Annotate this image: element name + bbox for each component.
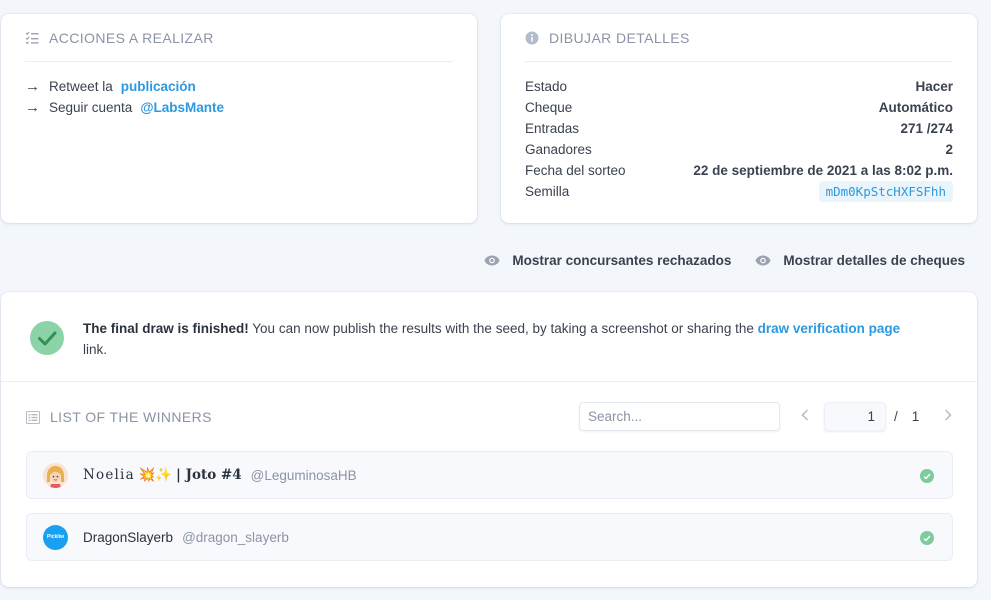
pagination: 1 / 1 — [798, 402, 955, 431]
view-toggles: Mostrar concursantes rechazados Mostrar … — [484, 253, 965, 268]
account-link[interactable]: @LabsMante — [140, 100, 224, 115]
next-page-button[interactable] — [941, 408, 955, 426]
winner-handle: @dragon_slayerb — [182, 529, 289, 545]
notice-body: You can now publish the results with the… — [248, 321, 758, 336]
actions-card: ACCIONES A REALIZAR → Retweet la publica… — [1, 14, 477, 223]
details-list: Estado Hacer Cheque Automático Entradas … — [525, 76, 953, 202]
chevron-left-icon — [801, 408, 809, 421]
info-icon — [525, 31, 539, 44]
detail-value: 2 — [945, 142, 953, 157]
winners-search-input[interactable] — [579, 402, 780, 431]
detail-row-check: Cheque Automático — [525, 97, 953, 118]
show-rejected-toggle[interactable]: Mostrar concursantes rechazados — [484, 253, 731, 268]
action-item-retweet: → Retweet la publicación — [25, 76, 453, 97]
eye-icon — [484, 255, 500, 266]
detail-label: Entradas — [525, 121, 580, 136]
detail-value: Hacer — [915, 79, 953, 94]
actions-list: → Retweet la publicación → Seguir cuenta… — [25, 76, 453, 118]
draw-verification-link[interactable]: draw verification page — [758, 321, 901, 336]
show-rejected-label: Mostrar concursantes rechazados — [512, 253, 732, 268]
winner-extra: | Joto #4 — [175, 467, 242, 483]
avatar — [43, 462, 68, 488]
notice-bold: The final draw is finished! — [83, 321, 249, 336]
detail-row-seed: Semilla mDm0KpStcHXFSFhh — [525, 181, 953, 202]
show-checks-label: Mostrar detalles de cheques — [783, 253, 965, 268]
detail-value: 22 de septiembre de 2021 a las 8:02 p.m. — [693, 163, 953, 178]
details-header: DIBUJAR DETALLES — [525, 14, 953, 62]
prev-page-button[interactable] — [798, 408, 812, 426]
draw-details-card: DIBUJAR DETALLES Estado Hacer Cheque Aut… — [501, 14, 977, 223]
avatar-text: Pickliw — [47, 534, 64, 540]
verified-check-icon — [920, 531, 934, 545]
page-separator: / — [894, 409, 898, 424]
detail-row-status: Estado Hacer — [525, 76, 953, 97]
winner-emoji: 💥✨ — [138, 467, 173, 482]
results-card: The final draw is finished! You can now … — [1, 292, 977, 587]
avatar-girl-icon — [43, 462, 68, 488]
detail-label: Fecha del sorteo — [525, 163, 626, 178]
details-title: DIBUJAR DETALLES — [549, 29, 690, 46]
winner-name: DragonSlayerb — [83, 529, 174, 545]
detail-label: Estado — [525, 79, 568, 94]
winners-header: LIST OF THE WINNERS 1 / 1 — [26, 402, 952, 432]
success-check-icon — [30, 321, 64, 355]
page-total: 1 — [911, 409, 920, 424]
detail-label: Ganadores — [525, 142, 592, 157]
detail-label: Semilla — [525, 184, 570, 199]
notice-tail: link. — [83, 342, 108, 357]
post-link[interactable]: publicación — [121, 79, 196, 94]
winner-name: Noelia 💥✨ | Joto #4 — [83, 467, 242, 483]
notice-text: The final draw is finished! You can now … — [83, 318, 900, 360]
verified-check-icon — [920, 469, 934, 483]
action-prefix: Seguir cuenta — [49, 100, 133, 115]
checklist-icon — [25, 31, 39, 44]
winner-handle: @LeguminosaHB — [250, 467, 357, 483]
arrow-right-icon: → — [25, 78, 40, 95]
draw-finished-notice: The final draw is finished! You can now … — [1, 292, 977, 382]
detail-value: 271 /274 — [900, 121, 953, 136]
detail-label: Cheque — [525, 100, 573, 115]
action-item-follow: → Seguir cuenta @LabsMante — [25, 97, 453, 118]
action-prefix: Retweet la — [49, 79, 113, 94]
detail-row-draw-date: Fecha del sorteo 22 de septiembre de 202… — [525, 160, 953, 181]
avatar: Pickliw — [43, 524, 68, 550]
detail-row-entries: Entradas 271 /274 — [525, 118, 953, 139]
page-number-input[interactable]: 1 — [824, 402, 886, 431]
actions-title: ACCIONES A REALIZAR — [49, 29, 214, 46]
list-icon — [26, 410, 40, 424]
winner-row[interactable]: Pickliw DragonSlayerb @dragon_slayerb — [26, 513, 953, 561]
detail-value: Automático — [878, 100, 953, 115]
winners-title-text: LIST OF THE WINNERS — [50, 409, 212, 425]
arrow-right-icon: → — [25, 99, 40, 116]
show-checks-toggle[interactable]: Mostrar detalles de cheques — [755, 253, 965, 268]
seed-badge: mDm0KpStcHXFSFhh — [818, 181, 953, 202]
actions-header: ACCIONES A REALIZAR — [25, 14, 453, 62]
detail-row-winners: Ganadores 2 — [525, 139, 953, 160]
winner-row[interactable]: Noelia 💥✨ | Joto #4 @LeguminosaHB — [26, 451, 953, 499]
chevron-right-icon — [945, 408, 952, 421]
eye-icon — [755, 255, 771, 266]
winners-title: LIST OF THE WINNERS — [26, 409, 212, 425]
